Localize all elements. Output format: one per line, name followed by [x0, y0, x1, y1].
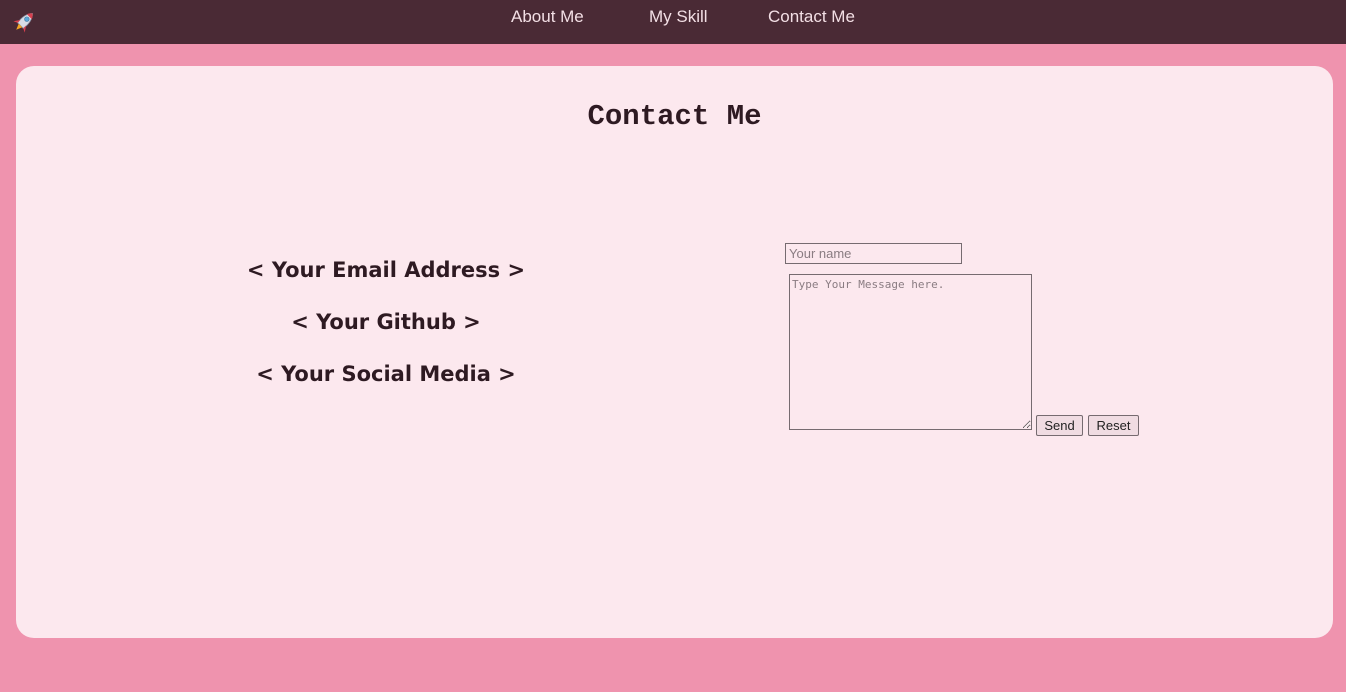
email-address-text: < Your Email Address > — [246, 258, 526, 282]
social-media-text: < Your Social Media > — [256, 362, 516, 386]
name-input[interactable] — [785, 243, 962, 264]
rocket-icon[interactable] — [10, 8, 38, 36]
nav-about-me[interactable]: About Me — [511, 7, 584, 27]
contact-card: Contact Me < Your Email Address > < Your… — [16, 66, 1333, 638]
reset-button[interactable]: Reset — [1088, 415, 1139, 436]
message-textarea[interactable] — [789, 274, 1032, 430]
page-title: Contact Me — [587, 100, 762, 133]
send-button[interactable]: Send — [1036, 415, 1083, 436]
nav-my-skill[interactable]: My Skill — [649, 7, 708, 27]
navbar: About Me My Skill Contact Me — [0, 0, 1346, 44]
nav-contact-me[interactable]: Contact Me — [768, 7, 855, 27]
github-text: < Your Github > — [291, 310, 481, 334]
